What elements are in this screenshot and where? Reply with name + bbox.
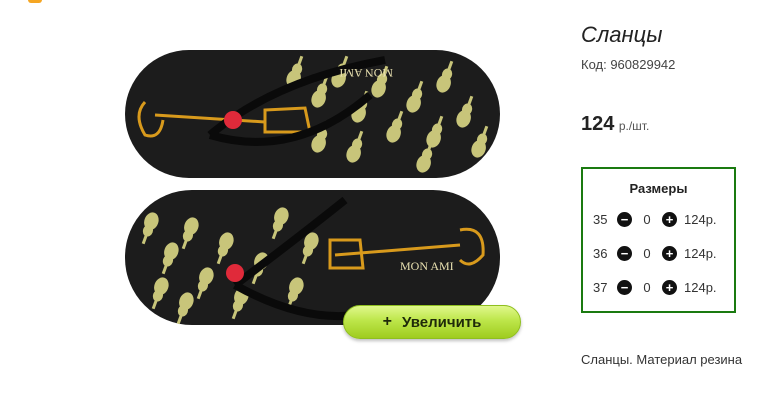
size-row: 35 − 0 + 124р. — [593, 209, 717, 229]
minus-icon[interactable]: − — [617, 245, 632, 261]
size-label: 37 — [593, 279, 608, 295]
plus-icon[interactable]: + — [662, 279, 677, 295]
product-code: Код: 960829942 — [581, 57, 676, 72]
flip-flops-illustration: MON AMI MON AMI — [125, 50, 500, 327]
plus-icon[interactable]: + — [662, 245, 677, 261]
size-price: 124р. — [684, 245, 717, 261]
product-description: Сланцы. Материал резина — [581, 352, 743, 367]
quantity-value: 0 — [643, 245, 651, 261]
brand-text-top: MON AMI — [339, 66, 393, 80]
product-image[interactable]: MON AMI MON AMI — [115, 40, 515, 340]
quantity-value: 0 — [643, 279, 651, 295]
product-title: Сланцы — [581, 22, 663, 47]
minus-icon[interactable]: − — [617, 279, 632, 295]
top-accent-bar — [28, 0, 42, 3]
quantity-value: 0 — [643, 211, 651, 227]
zoom-button-label: Увеличить — [401, 313, 482, 331]
plus-icon[interactable]: + — [662, 211, 677, 227]
size-row: 37 − 0 + 124р. — [593, 277, 717, 297]
size-row: 36 − 0 + 124р. — [593, 243, 717, 263]
size-label: 36 — [593, 245, 608, 261]
price-unit: р./шт. — [618, 119, 650, 133]
sizes-title: Размеры — [629, 181, 688, 196]
minus-icon[interactable]: − — [617, 211, 632, 227]
sizes-panel: Размеры 35 − 0 + 124р. 36 − 0 + 124р. 37… — [581, 167, 736, 313]
zoom-button[interactable]: + Увеличить — [343, 305, 521, 339]
top-sandal — [125, 50, 500, 178]
price-amount: 124 — [581, 113, 615, 135]
size-price: 124р. — [684, 211, 717, 227]
product-price: 124 р./шт. — [581, 113, 649, 136]
size-price: 124р. — [684, 279, 717, 295]
size-label: 35 — [593, 211, 608, 227]
plus-icon: + — [382, 313, 392, 330]
brand-text-bottom: MON AMI — [400, 259, 454, 273]
